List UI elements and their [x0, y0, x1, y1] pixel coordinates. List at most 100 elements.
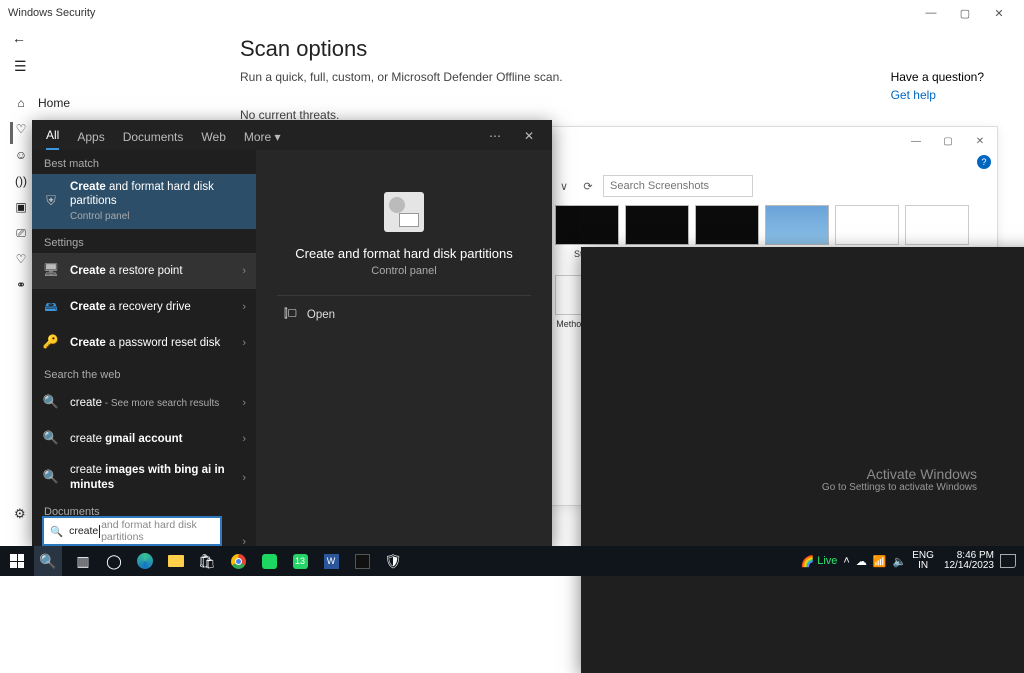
more-options-icon[interactable]: ⋯ [480, 124, 510, 148]
scan-options-sub: Run a quick, full, custom, or Microsoft … [240, 70, 1004, 84]
maximize-button[interactable]: ▢ [948, 2, 982, 24]
active-indicator [10, 122, 13, 144]
search-detail-pane: Create and format hard disk partitions C… [256, 150, 552, 546]
tab-all[interactable]: All [46, 128, 59, 150]
partition-icon: ⛨ [42, 193, 60, 211]
search-hint-text: and format hard disk partitions [101, 519, 214, 543]
system-tray: 🌈 Live ˄ ☁ 📶 🔈 ENGIN 8:46 PM12/14/2023 [793, 551, 1024, 572]
search-tabs: All Apps Documents Web More ▾ ⋯ ✕ [32, 120, 552, 150]
chevron-right-icon: › [242, 337, 246, 349]
chevron-right-icon: › [242, 397, 246, 409]
result-best-match[interactable]: ⛨ Create and format hard disk partitions… [32, 174, 256, 229]
search-entered-text: create [69, 525, 98, 537]
chevron-right-icon: › [242, 433, 246, 445]
chevron-right-icon: › [242, 301, 246, 313]
file-explorer-window[interactable]: — ▢ ✕ ? ∨ ⟳ Step 1 Method 2- Step 2 Meth… [548, 126, 998, 506]
shield-icon: ♡ [14, 122, 28, 136]
whatsapp-icon[interactable]: 13 [285, 546, 315, 576]
chrome-icon[interactable] [223, 546, 253, 576]
result-web-create[interactable]: 🔍 create - See more search results › [32, 385, 256, 421]
result-recovery-drive[interactable]: 🖴 Create a recovery drive › [32, 289, 256, 325]
start-search-panel: All Apps Documents Web More ▾ ⋯ ✕ Best m… [32, 120, 552, 546]
taskbar-search-icon[interactable]: 🔍 [34, 546, 62, 576]
clock[interactable]: 8:46 PM12/14/2023 [944, 551, 994, 572]
chevron-right-icon: › [242, 536, 246, 546]
fe-search-input[interactable] [603, 175, 753, 197]
store-icon[interactable]: 🛍 [192, 546, 222, 576]
heart-icon: ♡ [14, 252, 28, 266]
have-question: Have a question? [891, 70, 984, 84]
language-indicator[interactable]: ENGIN [912, 551, 934, 572]
fe-nav: ∨ ⟳ [549, 173, 997, 199]
refresh-icon[interactable]: ⟳ [579, 177, 597, 195]
get-help-link[interactable]: Get help [891, 88, 984, 102]
detail-title: Create and format hard disk partitions [295, 246, 513, 261]
detail-open-action[interactable]: ⫿▢ Open [284, 308, 335, 321]
section-best-match: Best match [32, 150, 256, 174]
tab-documents[interactable]: Documents [123, 130, 184, 150]
open-icon: ⫿▢ [284, 308, 297, 321]
speaker-icon[interactable]: 🔈 [893, 555, 907, 568]
taskbar-apps: ▥ ◯ 🛍 13 W 🛡 [68, 546, 408, 576]
chevron-right-icon: › [242, 265, 246, 277]
minimize-button[interactable]: — [914, 2, 948, 24]
key-icon: 🔑 [42, 334, 60, 352]
weather-live[interactable]: 🌈 Live [801, 555, 838, 568]
terminal-icon[interactable] [347, 546, 377, 576]
tab-apps[interactable]: Apps [77, 130, 104, 150]
search-icon: 🔍 [42, 394, 60, 412]
detail-sub: Control panel [371, 265, 436, 277]
close-button[interactable]: ✕ [982, 2, 1016, 24]
search-close-button[interactable]: ✕ [514, 124, 544, 148]
explorer-icon[interactable] [161, 546, 191, 576]
edge-icon[interactable] [130, 546, 160, 576]
sidebar-home[interactable]: ⌂Home [10, 90, 180, 116]
section-settings: Settings [32, 229, 256, 253]
fe-minimize[interactable]: — [901, 130, 931, 152]
start-button[interactable] [0, 546, 34, 576]
search-results-list: Best match ⛨ Create and format hard disk… [32, 150, 256, 546]
notifications-icon[interactable] [1000, 554, 1016, 568]
person-icon: ☺ [14, 148, 28, 162]
result-web-gmail[interactable]: 🔍 create gmail account › [32, 421, 256, 457]
security-icon[interactable]: 🛡 [378, 546, 408, 576]
tab-more[interactable]: More ▾ [244, 130, 281, 150]
onedrive-icon[interactable]: ☁ [856, 555, 867, 568]
dropdown-icon[interactable]: ∨ [555, 177, 573, 195]
device-icon: ⎚ [14, 226, 28, 241]
fe-close[interactable]: ✕ [965, 130, 995, 152]
text-caret [99, 525, 100, 538]
word-icon[interactable]: W [316, 546, 346, 576]
windows-logo-icon [10, 554, 24, 568]
app-icon: ▣ [14, 200, 28, 214]
search-icon: 🔍 [50, 525, 63, 538]
hamburger-icon[interactable]: ☰ [14, 58, 27, 75]
settings-gear-icon[interactable]: ⚙ [14, 506, 26, 522]
home-icon: ⌂ [14, 96, 28, 110]
ws-main: Scan options Run a quick, full, custom, … [240, 36, 1004, 122]
detail-partition-icon [384, 192, 424, 232]
chevron-right-icon: › [242, 472, 246, 484]
taskbar-search-box[interactable]: 🔍 create and format hard disk partitions [42, 516, 222, 546]
tab-web[interactable]: Web [201, 130, 225, 150]
result-web-bing-ai[interactable]: 🔍 create images with bing ai in minutes … [32, 457, 256, 498]
tray-chevron-up-icon[interactable]: ˄ [843, 555, 849, 567]
fe-maximize[interactable]: ▢ [933, 130, 963, 152]
activate-watermark: Activate Windows Go to Settings to activ… [822, 466, 977, 493]
family-icon: ⚭ [14, 278, 28, 292]
drive-icon: 🖴 [42, 298, 60, 316]
section-web: Search the web [32, 361, 256, 385]
help-icon[interactable]: ? [977, 155, 991, 169]
ws-title: Windows Security [8, 7, 95, 19]
app-icon-generic[interactable] [254, 546, 284, 576]
task-view-icon[interactable]: ▥ [68, 546, 98, 576]
back-button[interactable]: ← [12, 30, 26, 46]
result-password-reset[interactable]: 🔑 Create a password reset disk › [32, 325, 256, 361]
taskbar: 🔍 ▥ ◯ 🛍 13 W 🛡 🌈 Live ˄ ☁ 📶 🔈 ENGIN 8:46… [0, 546, 1024, 576]
help-box: Have a question? Get help [891, 70, 984, 102]
wifi-icon[interactable]: 📶 [873, 555, 887, 568]
result-restore-point[interactable]: 🖥 Create a restore point › [32, 253, 256, 289]
cortana-icon[interactable]: ◯ [99, 546, 129, 576]
scan-options-heading: Scan options [240, 36, 1004, 62]
search-icon: 🔍 [42, 430, 60, 448]
